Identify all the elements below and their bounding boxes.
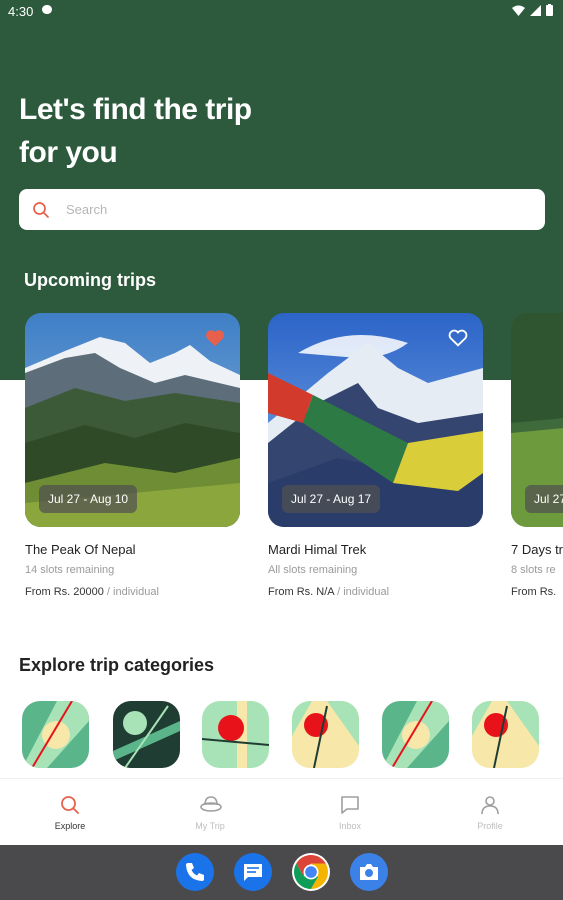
signal-icon <box>530 4 541 16</box>
price-unit: individual <box>343 586 390 598</box>
trip-image[interactable]: Jul 27 - Aug 10 <box>25 313 240 527</box>
phone-icon <box>186 863 204 881</box>
phone-app[interactable] <box>176 853 214 891</box>
price-separator: / <box>103 586 114 598</box>
favorite-heart-icon[interactable] <box>204 327 226 349</box>
search-bar[interactable] <box>19 189 545 230</box>
wifi-icon <box>512 5 525 16</box>
search-input[interactable] <box>64 201 488 218</box>
trip-card[interactable]: Jul 27 - Aug 17 Mardi Himal Trek All slo… <box>268 313 483 598</box>
nav-inbox[interactable]: Inbox <box>280 779 420 846</box>
category-map-icon <box>382 701 449 768</box>
category-map-icon <box>202 701 269 768</box>
bottom-navigation: Explore My Trip Inbox Profile <box>0 778 563 846</box>
favorite-heart-icon[interactable] <box>447 327 469 349</box>
page-headline: Let's find the trip for you <box>19 88 319 174</box>
message-notification-icon <box>42 5 52 14</box>
person-icon <box>481 796 499 815</box>
trip-slots: 14 slots remaining <box>25 564 115 576</box>
price-amount: From Rs. N/A <box>268 586 335 598</box>
price-amount: From Rs. <box>511 586 557 598</box>
nav-label: Inbox <box>338 821 362 831</box>
headline-line-1: Let's find the trip <box>19 93 252 126</box>
explore-categories-title: Explore trip categories <box>19 655 215 675</box>
trip-price: From Rs. N/A / individual <box>268 586 389 598</box>
headline-line-2: for you <box>19 136 118 169</box>
hat-icon <box>200 796 222 812</box>
category-list <box>22 701 563 769</box>
price-amount: From Rs. 20000 <box>25 586 104 598</box>
price-unit: individual <box>113 586 159 598</box>
chrome-icon <box>294 855 328 889</box>
category-map-icon <box>292 701 359 768</box>
category-tile[interactable] <box>22 701 89 768</box>
trip-name: 7 Days tr <box>511 542 563 557</box>
trip-price: From Rs. <box>511 586 556 598</box>
category-map-icon <box>113 701 180 768</box>
category-tile[interactable] <box>382 701 449 768</box>
status-icons <box>512 4 553 16</box>
messages-icon <box>244 864 262 881</box>
nav-label: Profile <box>477 821 503 831</box>
trip-name: The Peak Of Nepal <box>25 542 136 557</box>
price-separator: / <box>334 586 344 598</box>
trip-image[interactable]: Jul 27 - Aug 17 <box>268 313 483 527</box>
nav-label: Explore <box>54 821 86 831</box>
nav-my-trip[interactable]: My Trip <box>140 779 280 846</box>
category-tile[interactable] <box>292 701 359 768</box>
status-bar: 4:30 <box>0 0 563 24</box>
trip-slots: All slots remaining <box>268 564 358 576</box>
messages-app[interactable] <box>234 853 272 891</box>
category-tile[interactable] <box>113 701 180 768</box>
category-map-icon <box>22 701 89 768</box>
status-time: 4:30 <box>8 4 34 19</box>
category-tile[interactable] <box>202 701 269 768</box>
upcoming-trips-title: Upcoming trips <box>24 270 157 290</box>
camera-app[interactable] <box>350 853 388 891</box>
search-icon <box>61 796 79 814</box>
trip-card[interactable]: Jul 27 - Aug 10 The Peak Of Nepal 14 slo… <box>25 313 240 598</box>
nav-explore[interactable]: Explore <box>0 779 140 846</box>
system-dock <box>0 845 563 900</box>
trip-price: From Rs. 20000 / individual <box>25 586 159 598</box>
trip-date-badge: Jul 27 <box>525 485 563 513</box>
search-icon <box>33 201 49 218</box>
trip-slots: 8 slots re <box>511 564 556 576</box>
trip-date-badge: Jul 27 - Aug 10 <box>39 485 138 513</box>
chrome-app[interactable] <box>292 853 330 891</box>
trip-image[interactable]: Jul 27 <box>511 313 563 527</box>
battery-icon <box>546 4 553 16</box>
trip-card[interactable]: Jul 27 7 Days tr 8 slots re From Rs. <box>511 313 563 613</box>
chat-icon <box>341 796 359 814</box>
trip-date-badge: Jul 27 - Aug 17 <box>282 485 381 513</box>
camera-icon <box>360 864 378 880</box>
nav-label: My Trip <box>195 821 225 831</box>
trip-name: Mardi Himal Trek <box>268 542 367 557</box>
category-tile[interactable] <box>472 701 539 768</box>
nav-profile[interactable]: Profile <box>420 779 560 846</box>
category-map-icon <box>472 701 539 768</box>
